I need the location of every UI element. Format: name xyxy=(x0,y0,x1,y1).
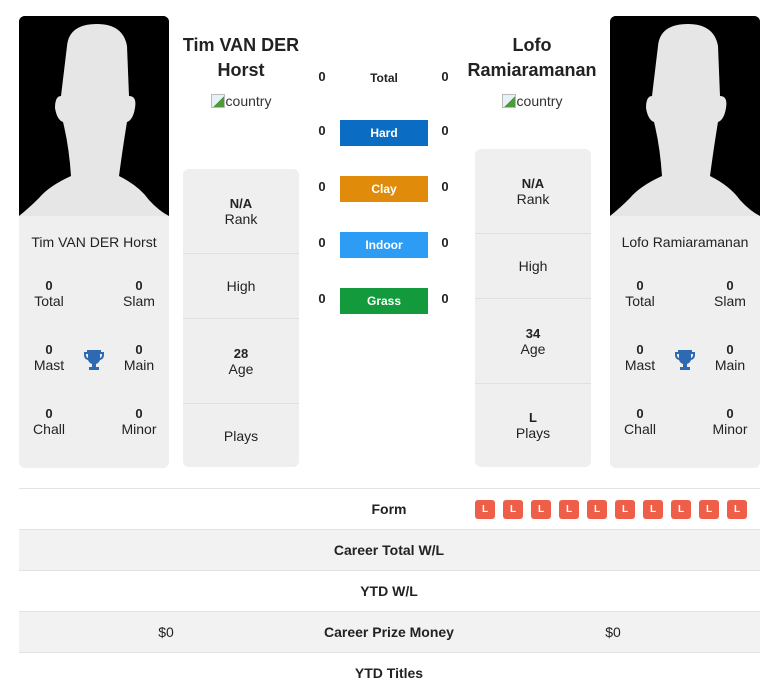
ytd-wl-row: YTD W/L xyxy=(19,570,760,611)
h2h-row-grass: 0 Grass 0 xyxy=(310,288,458,314)
player2-high: High xyxy=(475,234,591,299)
form-loss-badge: L xyxy=(559,500,579,519)
player2-mast-stat: 0 Mast xyxy=(624,342,656,373)
player2-form: L L L L L L L L L L xyxy=(475,500,747,519)
player2-total-stat: 0 Total xyxy=(625,278,655,309)
form-loss-badge: L xyxy=(615,500,635,519)
h2h-row-total: 0 Total 0 xyxy=(310,66,458,90)
row-label: YTD Titles xyxy=(354,665,424,681)
player2-slam-stat: 0 Slam xyxy=(714,278,746,309)
player2-info-card: N/A Rank High 34 Age L Plays xyxy=(475,149,591,467)
career-prize-money-row: $0 Career Prize Money $0 xyxy=(19,611,760,652)
player1-photo xyxy=(19,16,169,216)
player2-name: Lofo Ramiaramanan xyxy=(621,234,749,250)
career-total-wl-row: Career Total W/L xyxy=(19,529,760,570)
player2-rank: N/A Rank xyxy=(475,149,591,234)
player2-country-flag: country xyxy=(462,93,602,109)
broken-image-icon xyxy=(501,94,516,108)
row-label: Career Prize Money xyxy=(324,624,454,640)
player1-age: 28 Age xyxy=(183,319,299,404)
form-loss-badge: L xyxy=(643,500,663,519)
row-label: Career Total W/L xyxy=(333,542,445,558)
player1-title-line2[interactable]: Horst xyxy=(172,58,310,83)
player1-main-stat: 0 Main xyxy=(123,342,155,373)
ytd-titles-row: YTD Titles xyxy=(19,652,760,693)
form-label: Form xyxy=(371,501,407,517)
player2-title-line2[interactable]: Ramiaramanan xyxy=(462,58,602,83)
form-loss-badge: L xyxy=(503,500,523,519)
player1-slam-stat: 0 Slam xyxy=(123,278,155,309)
player2-title-line1[interactable]: Lofo xyxy=(462,33,602,58)
player2-chall-stat: 0 Chall xyxy=(624,406,656,437)
broken-image-icon xyxy=(210,94,225,108)
player1-value: $0 xyxy=(158,624,174,640)
player1-name: Tim VAN DER Horst xyxy=(31,234,157,250)
form-loss-badge: L xyxy=(699,500,719,519)
form-loss-badge: L xyxy=(727,500,747,519)
player2-card: Lofo Ramiaramanan 0 Total 0 Slam 0 Mast 0 Ma… xyxy=(610,216,760,468)
trophy-icon xyxy=(673,348,697,377)
player1-plays: Plays xyxy=(223,427,259,444)
h2h-row-hard: 0 Hard 0 xyxy=(310,120,458,146)
player2-title[interactable]: Lofo Ramiaramanan xyxy=(462,33,602,83)
h2h-row-indoor: 0 Indoor 0 xyxy=(310,232,458,258)
surface-grass-badge: Grass xyxy=(340,288,428,314)
form-loss-badge: L xyxy=(671,500,691,519)
player1-minor-stat: 0 Minor xyxy=(121,406,157,437)
surface-indoor-badge: Indoor xyxy=(340,232,428,258)
player1-mast-stat: 0 Mast xyxy=(33,342,65,373)
player2-minor-stat: 0 Minor xyxy=(712,406,748,437)
form-loss-badge: L xyxy=(475,500,495,519)
player1-high: High xyxy=(183,254,299,319)
surface-clay-badge: Clay xyxy=(340,176,428,202)
player2-main-stat: 0 Main xyxy=(714,342,746,373)
form-loss-badge: L xyxy=(587,500,607,519)
player1-rank: N/A Rank xyxy=(183,169,299,254)
row-label: YTD W/L xyxy=(360,583,418,599)
surface-hard-badge: Hard xyxy=(340,120,428,146)
trophy-icon xyxy=(82,348,106,377)
player1-country-flag: country xyxy=(172,93,310,109)
player1-total-stat: 0 Total xyxy=(34,278,64,309)
player1-chall-stat: 0 Chall xyxy=(33,406,65,437)
player2-plays: L Plays xyxy=(515,410,551,441)
player2-photo xyxy=(610,16,760,216)
h2h-total-label: Total xyxy=(370,71,398,85)
player1-info-card: N/A Rank High 28 Age Plays xyxy=(183,169,299,467)
avatar-silhouette-icon xyxy=(610,16,760,216)
player1-card: Tim VAN DER Horst 0 Total 0 Slam 0 Mast 0 Ma… xyxy=(19,216,169,468)
player2-value: $0 xyxy=(605,624,621,640)
form-row: Form L L L L L L L L L L xyxy=(19,488,760,529)
avatar-silhouette-icon xyxy=(19,16,169,216)
form-loss-badge: L xyxy=(531,500,551,519)
player1-title-line1[interactable]: Tim VAN DER xyxy=(172,33,310,58)
player1-title[interactable]: Tim VAN DER Horst xyxy=(172,33,310,83)
player2-age: 34 Age xyxy=(475,299,591,384)
h2h-row-clay: 0 Clay 0 xyxy=(310,176,458,202)
